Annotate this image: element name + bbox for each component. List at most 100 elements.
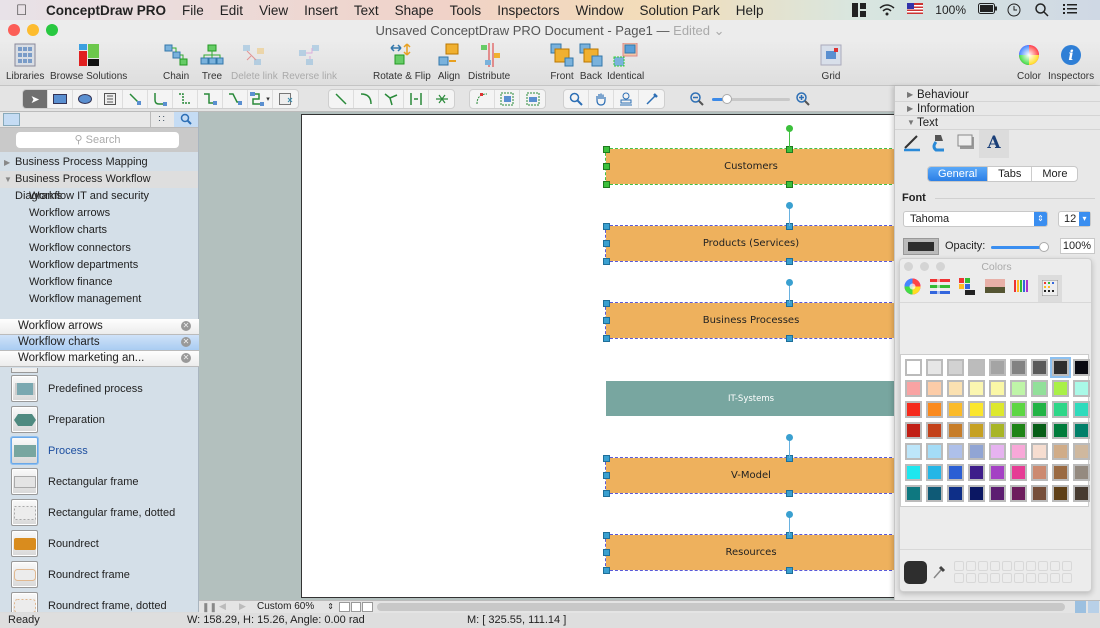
- previous-page-icon[interactable]: ◀: [219, 601, 226, 612]
- color-swatch[interactable]: [1052, 464, 1069, 481]
- disclosure-right-icon[interactable]: ▶: [907, 88, 913, 102]
- color-swatch[interactable]: [1031, 443, 1048, 460]
- color-swatch[interactable]: [905, 401, 922, 418]
- color-swatch[interactable]: [905, 464, 922, 481]
- shape-item-rectangular-frame[interactable]: Rectangular frame: [0, 466, 199, 497]
- resize-handle[interactable]: [785, 180, 793, 188]
- favorite-color-slot[interactable]: [1062, 561, 1072, 571]
- menu-text[interactable]: Text: [354, 3, 379, 18]
- close-library-icon[interactable]: ✕: [181, 337, 191, 347]
- color-swatch[interactable]: [1031, 380, 1048, 397]
- reverse-link-button[interactable]: Reverse link: [282, 42, 337, 82]
- rotate-flip-button[interactable]: Rotate & Flip: [373, 42, 431, 82]
- color-swatch[interactable]: [1010, 422, 1027, 439]
- swatch-grid-mode-icon[interactable]: [1038, 275, 1062, 302]
- libraries-button[interactable]: Libraries: [6, 42, 44, 82]
- color-swatch[interactable]: [1031, 359, 1048, 376]
- window-tiling-icon[interactable]: [851, 3, 867, 17]
- resize-handle[interactable]: [602, 257, 610, 265]
- menu-app-name[interactable]: ConceptDraw PRO: [46, 3, 166, 18]
- color-swatch[interactable]: [968, 485, 985, 502]
- text-color-well[interactable]: [903, 238, 939, 255]
- resize-handle[interactable]: [602, 549, 610, 556]
- color-swatch[interactable]: [905, 443, 922, 460]
- edit-points-icon[interactable]: [470, 90, 495, 108]
- font-size-select[interactable]: 12 ▾: [1058, 211, 1091, 227]
- page-thumb[interactable]: [339, 602, 350, 612]
- node-label[interactable]: Business Processes: [703, 315, 800, 326]
- disclosure-down-icon[interactable]: ▼: [4, 171, 12, 188]
- color-swatch[interactable]: [905, 380, 922, 397]
- favorite-color-slot[interactable]: [1050, 573, 1060, 583]
- tree-button[interactable]: Tree: [199, 42, 225, 82]
- color-swatch[interactable]: [989, 464, 1006, 481]
- fill-style-icon[interactable]: [930, 133, 948, 156]
- favorite-color-slot[interactable]: [966, 561, 976, 571]
- arc-tool-icon[interactable]: [354, 90, 379, 108]
- color-swatch[interactable]: [1050, 357, 1071, 378]
- color-swatch[interactable]: [989, 401, 1006, 418]
- back-button[interactable]: Back: [578, 42, 604, 82]
- color-swatch[interactable]: [1010, 380, 1027, 397]
- color-swatch[interactable]: [968, 380, 985, 397]
- menu-tools[interactable]: Tools: [450, 3, 482, 18]
- shape-item-roundrect-frame[interactable]: Roundrect frame: [0, 559, 199, 590]
- freehand-tool-icon[interactable]: [429, 90, 454, 108]
- stamp-tool-icon[interactable]: [614, 90, 639, 108]
- favorite-color-slot[interactable]: [1002, 573, 1012, 583]
- zoom-out-icon[interactable]: [690, 92, 704, 109]
- color-swatch[interactable]: [1073, 401, 1090, 418]
- notification-center-icon[interactable]: [1062, 3, 1078, 17]
- tab-tabs[interactable]: Tabs: [987, 167, 1031, 181]
- favorite-color-slot[interactable]: [1026, 561, 1036, 571]
- color-swatch[interactable]: [989, 422, 1006, 439]
- polyline-tool-icon[interactable]: [379, 90, 404, 108]
- distribute-button[interactable]: Distribute: [468, 42, 510, 82]
- resize-handle[interactable]: [602, 145, 610, 153]
- node-resources[interactable]: Resources: [605, 534, 897, 571]
- insert-picture-icon[interactable]: [273, 90, 298, 108]
- open-library-tab[interactable]: Workflow arrows ✕: [0, 319, 199, 335]
- color-swatch[interactable]: [968, 359, 985, 376]
- resize-handle[interactable]: [785, 334, 793, 342]
- favorite-color-slot[interactable]: [966, 573, 976, 583]
- color-swatch[interactable]: [1073, 464, 1090, 481]
- favorite-color-slot[interactable]: [978, 573, 988, 583]
- menu-window[interactable]: Window: [575, 3, 623, 18]
- library-item[interactable]: Workflow charts: [0, 222, 198, 239]
- menu-file[interactable]: File: [182, 3, 204, 18]
- disclosure-down-icon[interactable]: ▼: [907, 116, 915, 130]
- shape-item-preparation[interactable]: Preparation: [0, 404, 199, 435]
- chain-button[interactable]: Chain: [163, 42, 189, 82]
- delete-link-button[interactable]: Delete link: [231, 42, 278, 82]
- grid-button[interactable]: Grid: [818, 42, 844, 82]
- disclosure-right-icon[interactable]: ▶: [4, 154, 10, 171]
- resize-handle[interactable]: [602, 489, 610, 497]
- text-block-tool-icon[interactable]: [98, 90, 123, 108]
- favorite-color-slot[interactable]: [1050, 561, 1060, 571]
- image-palettes-mode-icon[interactable]: [985, 279, 1005, 296]
- resize-handle[interactable]: [602, 472, 610, 479]
- node-label[interactable]: Customers: [724, 161, 778, 172]
- opacity-input[interactable]: 100%: [1060, 238, 1095, 254]
- section-behaviour[interactable]: ▶ Behaviour: [895, 88, 1100, 102]
- crayons-mode-icon[interactable]: [1013, 278, 1031, 297]
- node-it-systems[interactable]: IT-Systems: [606, 381, 896, 416]
- menu-insert[interactable]: Insert: [304, 3, 338, 18]
- resize-handle[interactable]: [785, 489, 793, 497]
- resize-handle[interactable]: [602, 299, 610, 307]
- color-swatch[interactable]: [1073, 443, 1090, 460]
- node-business-processes[interactable]: Business Processes: [605, 302, 897, 339]
- favorite-color-slot[interactable]: [1038, 573, 1048, 583]
- line-tool-icon[interactable]: [329, 90, 354, 108]
- fit-width-icon[interactable]: [1088, 601, 1099, 613]
- rotation-handle[interactable]: [786, 202, 793, 209]
- resize-handle[interactable]: [602, 180, 610, 188]
- color-swatch[interactable]: [905, 359, 922, 376]
- color-swatch[interactable]: [989, 380, 1006, 397]
- color-swatch[interactable]: [1031, 401, 1048, 418]
- shape-item-process[interactable]: Process: [0, 435, 199, 466]
- tab-more[interactable]: More: [1031, 167, 1077, 181]
- color-swatch[interactable]: [926, 443, 943, 460]
- node-v-model[interactable]: V-Model: [605, 457, 897, 494]
